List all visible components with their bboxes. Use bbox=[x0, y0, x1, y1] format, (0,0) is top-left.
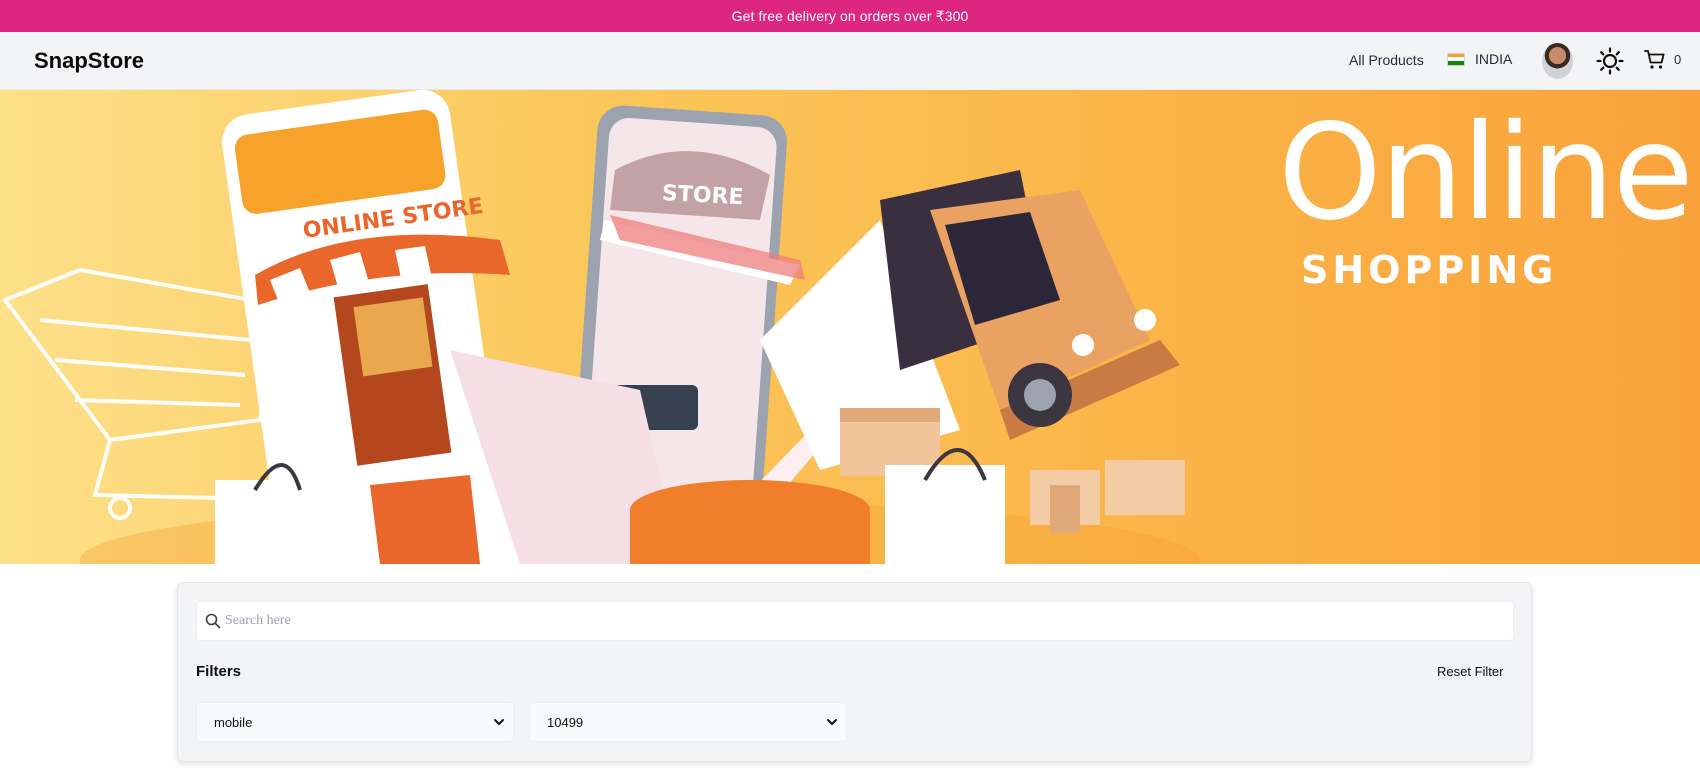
category-select[interactable]: mobile bbox=[196, 702, 514, 742]
price-select[interactable]: 10499 bbox=[529, 702, 847, 742]
chevron-down-icon bbox=[827, 719, 837, 725]
price-select-value: 10499 bbox=[547, 714, 584, 730]
flag-india-icon bbox=[1447, 52, 1465, 66]
nav-all-products[interactable]: All Products bbox=[1349, 52, 1424, 68]
search-icon bbox=[205, 613, 221, 629]
reset-filter-button[interactable]: Reset Filter bbox=[1437, 664, 1503, 679]
filter-panel: Filters Reset Filter mobile 10499 bbox=[177, 582, 1532, 762]
country-label: INDIA bbox=[1475, 51, 1513, 67]
brand-logo[interactable]: SnapStore bbox=[34, 48, 144, 74]
chevron-down-icon bbox=[494, 719, 504, 725]
cart-count: 0 bbox=[1674, 52, 1682, 67]
search-input[interactable] bbox=[225, 602, 1505, 640]
hero-headline: Online. bbox=[1278, 96, 1700, 250]
sun-icon[interactable] bbox=[1596, 47, 1624, 75]
avatar[interactable] bbox=[1542, 43, 1573, 79]
hero-banner: ONLINE STORE STORE Online. SHOPPING bbox=[0, 90, 1700, 564]
search-box[interactable] bbox=[196, 601, 1514, 641]
promo-banner: Get free delivery on orders over ₹300 bbox=[0, 0, 1700, 32]
category-select-value: mobile bbox=[214, 714, 253, 730]
top-navbar: SnapStore All Products INDIA 0 bbox=[0, 32, 1700, 90]
sign-phone-store: STORE bbox=[661, 181, 744, 210]
promo-text: Get free delivery on orders over ₹300 bbox=[731, 7, 969, 24]
filters-title: Filters bbox=[196, 663, 242, 680]
hero-subheadline: SHOPPING bbox=[1301, 248, 1558, 292]
cart-icon[interactable] bbox=[1644, 49, 1666, 71]
country-selector[interactable]: INDIA bbox=[1447, 51, 1512, 67]
